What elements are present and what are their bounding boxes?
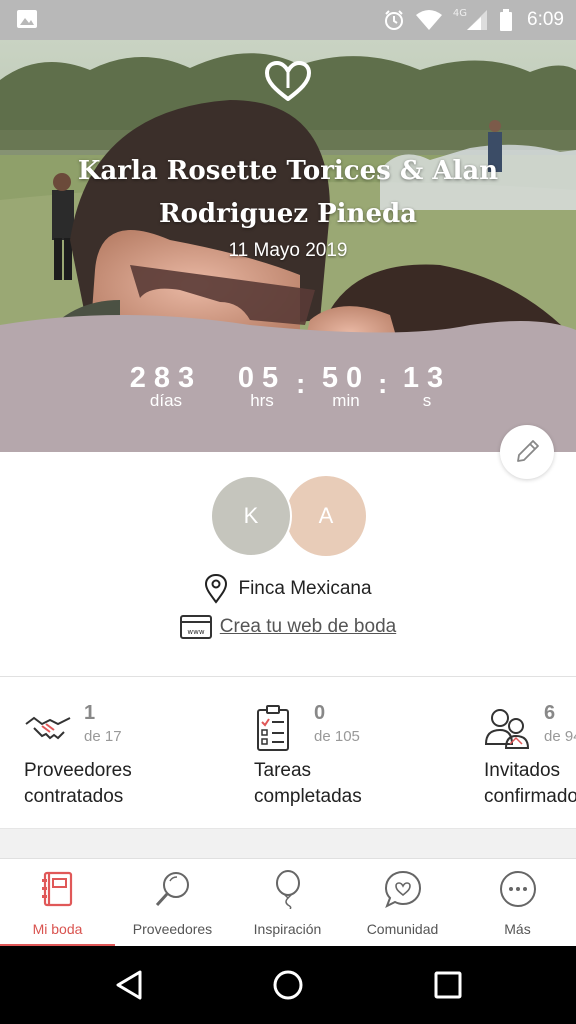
gallery-notification-icon	[17, 10, 37, 28]
section-divider	[0, 676, 576, 677]
recents-icon[interactable]	[431, 968, 465, 1002]
nav-tab-mas-label: Más	[504, 921, 531, 937]
battery-icon	[500, 9, 513, 31]
stat-guests-label: Invitados confirmados	[484, 760, 576, 807]
venue[interactable]: Finca Mexicana	[0, 574, 576, 604]
network-type: 4G	[452, 7, 468, 19]
nav-tab-proveedores-label: Proveedores	[132, 921, 213, 937]
stat-vendors[interactable]: 1 de 17 Proveedores contratados	[24, 700, 254, 820]
more-icon	[500, 871, 536, 907]
bottom-navigation: Mi boda Proveedores Inspiración Comunida…	[0, 858, 576, 947]
nav-tab-comunidad-label: Comunidad	[366, 921, 439, 937]
cell-signal-icon	[467, 10, 488, 30]
stat-guests[interactable]: 6 de 94 Invitados confirmados	[484, 700, 576, 820]
guests-icon	[484, 709, 530, 749]
wedding-hero: Karla Rosette Torices & Alan Rodriguez P…	[0, 40, 576, 452]
section-separator	[0, 828, 576, 860]
home-icon[interactable]	[271, 968, 305, 1002]
pencil-icon	[517, 440, 539, 462]
checklist-icon	[257, 705, 289, 751]
location-pin-icon	[205, 574, 228, 604]
create-wedding-website-label: Crea tu web de boda	[219, 616, 397, 637]
venue-name: Finca Mexicana	[238, 578, 372, 599]
partner-avatar-k[interactable]: K	[210, 475, 292, 557]
status-bar: 4G 6:09	[0, 0, 576, 40]
wifi-icon	[415, 10, 442, 30]
alarm-icon	[384, 10, 403, 30]
stat-vendors-label: Proveedores contratados	[24, 760, 132, 807]
countdown: 283 días 05 hrs : 50 min : 13 s	[0, 310, 576, 452]
nav-tab-mi-boda-label: Mi boda	[32, 921, 83, 937]
web-browser-icon: www	[179, 615, 212, 639]
countdown-seconds: 13 s	[396, 362, 458, 411]
stat-tasks-label: Tareas completadas	[254, 760, 362, 807]
nav-tab-inspiracion-label: Inspiración	[253, 921, 322, 937]
svg-text:www: www	[187, 628, 204, 636]
countdown-minutes: 50 min	[314, 362, 378, 411]
partner-avatar-a[interactable]: A	[286, 476, 366, 556]
status-clock: 6:09	[527, 9, 564, 30]
stat-vendors-count: 1	[84, 702, 96, 724]
create-wedding-website-link[interactable]: www Crea tu web de boda	[0, 614, 576, 640]
couple-names: Karla Rosette Torices & Alan Rodriguez P…	[77, 156, 499, 229]
stat-tasks-total: de 105	[314, 728, 360, 745]
nav-tab-proveedores[interactable]: Proveedores	[115, 859, 230, 947]
nav-tab-comunidad[interactable]: Comunidad	[345, 859, 460, 947]
balloon-icon	[276, 870, 300, 909]
nav-tab-inspiracion[interactable]: Inspiración	[230, 859, 345, 947]
countdown-hours: 05 hrs	[230, 362, 294, 411]
back-icon[interactable]	[112, 968, 146, 1002]
stat-vendors-total: de 17	[84, 728, 122, 745]
edit-wedding-button[interactable]	[500, 425, 554, 479]
handshake-icon	[25, 716, 71, 740]
heart-logo-icon	[265, 61, 311, 101]
countdown-days: 283 días	[120, 362, 212, 411]
chat-heart-icon	[384, 870, 422, 909]
system-navigation-bar	[0, 946, 576, 1024]
stat-tasks[interactable]: 0 de 105 Tareas completadas	[254, 700, 484, 820]
stat-guests-count: 6	[544, 702, 556, 724]
nav-tab-mi-boda[interactable]: Mi boda	[0, 859, 115, 947]
wedding-date: 11 Mayo 2019	[228, 240, 348, 261]
notebook-icon	[42, 871, 73, 907]
nav-tab-mas[interactable]: Más	[460, 859, 575, 947]
countdown-separator: :	[296, 368, 306, 399]
stat-guests-total: de 94	[544, 728, 576, 745]
stat-tasks-count: 0	[314, 702, 326, 724]
search-icon	[155, 872, 189, 907]
countdown-separator: :	[378, 368, 388, 399]
